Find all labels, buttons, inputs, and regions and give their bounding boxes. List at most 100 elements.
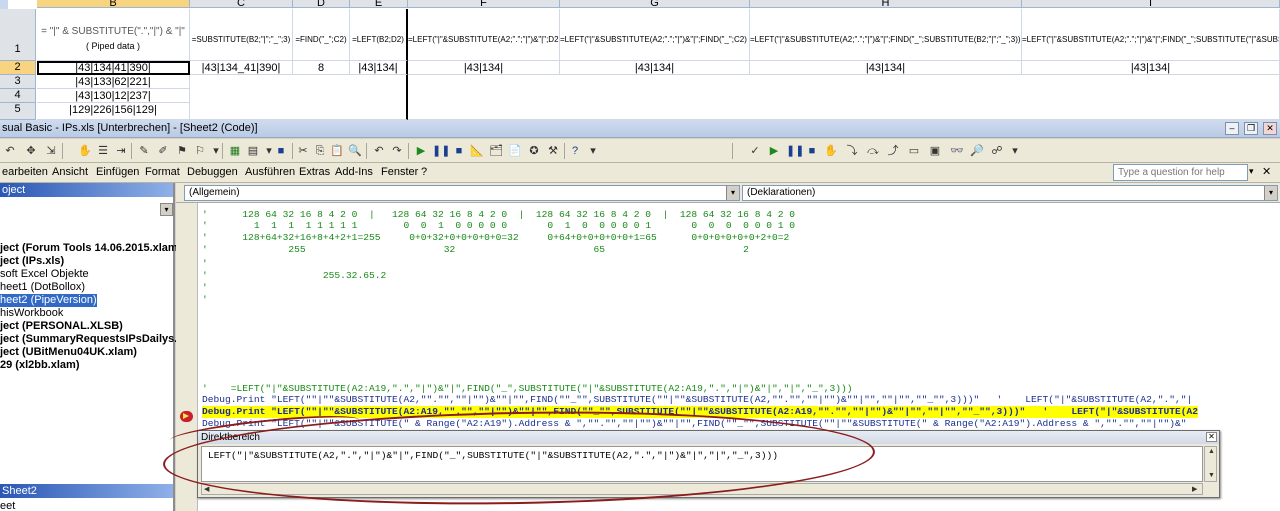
- close-code-window-icon[interactable]: ✕: [1262, 165, 1271, 178]
- restore-icon[interactable]: ❐: [1244, 122, 1258, 135]
- menu-ansicht[interactable]: Ansicht: [52, 166, 88, 178]
- cell-g1[interactable]: =LEFT("|"&SUBSTITUTE(A2;".";"|")&"|";FIN…: [560, 9, 750, 61]
- menu-add-ins[interactable]: Add-Ins: [335, 166, 373, 178]
- cell-b2[interactable]: |43|134|41|390|: [37, 61, 190, 75]
- code-line[interactable]: ': [202, 258, 208, 270]
- cell-e2[interactable]: |43|134|: [350, 61, 408, 75]
- cell-d1[interactable]: =FIND("_";C2): [293, 9, 350, 61]
- watch-icon[interactable]: 👓: [950, 144, 964, 158]
- cell-f1[interactable]: =LEFT("|"&SUBSTITUTE(A2;".";"|")&"|";D2: [408, 9, 560, 61]
- toolbox-icon[interactable]: ⚒: [546, 144, 560, 158]
- cell-b3[interactable]: |43|133|62|221|: [37, 75, 190, 89]
- cell-c2[interactable]: |43|134_41|390|: [190, 61, 293, 75]
- project-item[interactable]: ject (PERSONAL.XLSB): [0, 320, 123, 333]
- uncomment-icon[interactable]: ✐: [156, 144, 170, 158]
- column-header-f[interactable]: F: [408, 0, 560, 9]
- close-icon[interactable]: ✕: [1263, 122, 1277, 135]
- scroll-right-icon[interactable]: ▶: [1192, 485, 1197, 493]
- code-line[interactable]: Debug.Print "LEFT(""|""&SUBSTITUTE(" & R…: [202, 418, 1186, 430]
- chevron-down-icon[interactable]: ▾: [726, 186, 739, 200]
- align-icon[interactable]: ⇲: [44, 144, 58, 158]
- menu-ausfuehren[interactable]: Ausführen: [245, 166, 295, 178]
- copy-icon[interactable]: ⎘: [313, 144, 327, 158]
- minimize-icon[interactable]: –: [1225, 122, 1239, 135]
- paste-icon[interactable]: 📋: [330, 144, 344, 158]
- immediate-icon[interactable]: ▣: [928, 144, 942, 158]
- cells-c3-e5[interactable]: [190, 75, 408, 120]
- chevron-down-icon[interactable]: ▾: [1264, 186, 1277, 200]
- code-line[interactable]: Debug.Print "LEFT(""|""&SUBSTITUTE(A2,""…: [202, 394, 1192, 406]
- menu-debuggen[interactable]: Debuggen: [187, 166, 238, 178]
- cell-c1[interactable]: =SUBSTITUTE(B2;"|";"_";3): [190, 9, 293, 61]
- project-item[interactable]: heet1 (DotBollox): [0, 281, 85, 294]
- next-bookmark-icon[interactable]: ⚐: [193, 144, 207, 158]
- excel-icon[interactable]: ▦: [228, 144, 242, 158]
- immediate-input[interactable]: LEFT("|"&SUBSTITUTE(A2,".","|")&"|",FIND…: [201, 446, 1203, 482]
- code-line[interactable]: ': [202, 282, 208, 294]
- row-header-5[interactable]: 5: [0, 103, 36, 120]
- cell-i2[interactable]: |43|134|: [1022, 61, 1280, 75]
- toggle-breakpoint-icon[interactable]: ✓: [748, 144, 762, 158]
- project-item[interactable]: hisWorkbook: [0, 307, 63, 320]
- code-line[interactable]: ' 128+64+32+16+8+4+2+1=255 0+0+32+0+0+0+…: [202, 232, 789, 244]
- step-over-icon[interactable]: ⤼: [866, 144, 880, 158]
- break-icon[interactable]: ❚❚: [786, 144, 804, 158]
- dropdown-arrow-icon[interactable]: ▾: [1008, 144, 1022, 158]
- chevron-down-icon[interactable]: ▾: [160, 203, 173, 216]
- project-item[interactable]: soft Excel Objekte: [0, 268, 89, 281]
- project-item[interactable]: ject (IPs.xls): [0, 255, 64, 268]
- cell-h1[interactable]: =LEFT("|"&SUBSTITUTE(A2;".";"|")&"|";FIN…: [750, 9, 1022, 61]
- call-stack-icon[interactable]: ☍: [990, 144, 1004, 158]
- dropdown-arrow-icon[interactable]: ▾: [209, 144, 223, 158]
- continue-icon[interactable]: ▶: [767, 144, 781, 158]
- redo-icon[interactable]: ↷: [390, 144, 404, 158]
- project-item[interactable]: ject (UBitMenu04UK.xlam): [0, 346, 137, 359]
- breakpoint-icon[interactable]: ✋: [824, 144, 838, 158]
- column-header-c[interactable]: C: [190, 0, 293, 9]
- code-line[interactable]: ': [202, 294, 208, 306]
- row-header-1[interactable]: 1: [0, 9, 36, 61]
- column-header-b[interactable]: B: [37, 0, 190, 9]
- undo-icon[interactable]: ↶: [372, 144, 386, 158]
- list-icon[interactable]: ☰: [96, 144, 110, 158]
- close-icon[interactable]: ✕: [1206, 432, 1217, 442]
- hand-icon[interactable]: ✋: [78, 144, 92, 158]
- project-explorer-icon[interactable]: 🗂: [489, 144, 503, 158]
- cell-h2[interactable]: |43|134|: [750, 61, 1022, 75]
- stop-icon[interactable]: ■: [452, 144, 466, 158]
- cell-b1[interactable]: = "|" & SUBSTITUTE(".","|") & "|" ( Pipe…: [37, 9, 190, 61]
- vbe-title-bar[interactable]: sual Basic - IPs.xls [Unterbrechen] - [S…: [0, 120, 1280, 138]
- move-icon[interactable]: ✥: [24, 144, 38, 158]
- step-out-icon[interactable]: ⤴: [886, 144, 900, 158]
- cell-e1[interactable]: =LEFT(B2;D2): [350, 9, 408, 61]
- horizontal-scrollbar[interactable]: ◀ ▶: [201, 483, 1203, 495]
- cells-f3-i5[interactable]: [408, 75, 1280, 120]
- cell-b4[interactable]: |43|130|12|237|: [37, 89, 190, 103]
- row-header-2[interactable]: 2: [0, 61, 36, 75]
- menu-einfuegen[interactable]: Einfügen: [96, 166, 139, 178]
- undo-icon[interactable]: ↶: [3, 144, 17, 158]
- immediate-window-title[interactable]: Direktbereich: [198, 431, 1219, 444]
- menu-format[interactable]: Format: [145, 166, 180, 178]
- insert-module-icon[interactable]: ▤: [246, 144, 260, 158]
- save-icon[interactable]: ■: [274, 144, 288, 158]
- pause-icon[interactable]: ❚❚: [432, 144, 450, 158]
- step-into-icon[interactable]: ⤵: [845, 144, 859, 158]
- comment-icon[interactable]: ✎: [137, 144, 151, 158]
- procedure-combo[interactable]: (Deklarationen) ▾: [742, 185, 1278, 201]
- project-item[interactable]: ject (SummaryRequestsIPsDailys.xlsm: [0, 333, 202, 346]
- properties-object[interactable]: eet: [0, 500, 15, 511]
- find-icon[interactable]: 🔍: [348, 144, 362, 158]
- locals-icon[interactable]: ▭: [907, 144, 921, 158]
- bookmark-icon[interactable]: ⚑: [175, 144, 189, 158]
- object-combo[interactable]: (Allgemein) ▾: [184, 185, 740, 201]
- cell-b5[interactable]: |129|226|156|129|: [37, 103, 190, 120]
- column-header-h[interactable]: H: [750, 0, 1022, 9]
- column-header-g[interactable]: G: [560, 0, 750, 9]
- project-item[interactable]: ject (Forum Tools 14.06.2015.xlam): [0, 242, 181, 255]
- scroll-down-icon[interactable]: ▼: [1208, 472, 1215, 479]
- cell-g2[interactable]: |43|134|: [560, 61, 750, 75]
- column-header-d[interactable]: D: [293, 0, 350, 9]
- run-icon[interactable]: ▶: [414, 144, 428, 158]
- help-search-input[interactable]: Type a question for help: [1113, 164, 1248, 181]
